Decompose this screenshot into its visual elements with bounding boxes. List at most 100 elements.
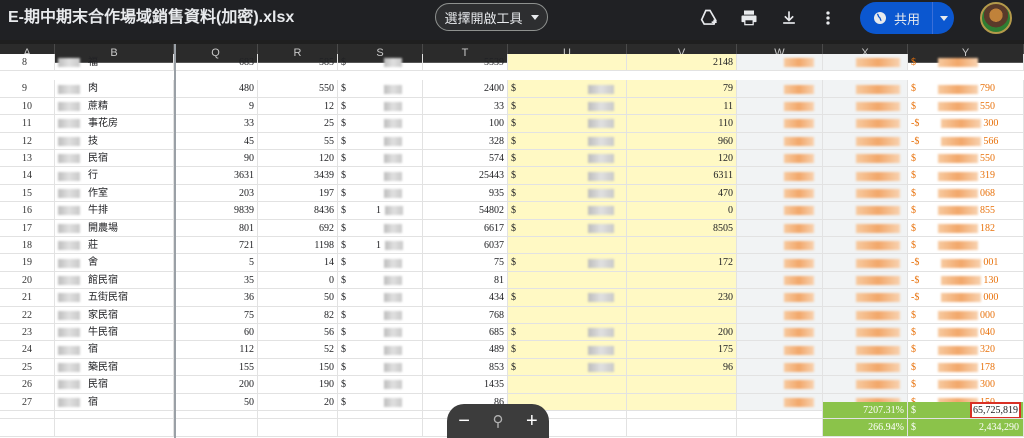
cell-t[interactable]: 574	[423, 150, 508, 168]
cell-w[interactable]	[737, 132, 823, 150]
cell-s[interactable]: $	[338, 150, 423, 168]
cell-t[interactable]: 6037	[423, 237, 508, 255]
cell-s[interactable]: $	[338, 306, 423, 324]
cell-r[interactable]: 82	[258, 306, 338, 324]
row-number[interactable]: 24	[0, 341, 55, 359]
cell-x[interactable]	[823, 97, 908, 116]
cell-q[interactable]: 45	[174, 132, 258, 150]
cell-y[interactable]: -$ 000	[908, 289, 1024, 307]
cell-u[interactable]	[508, 306, 627, 324]
cell-y[interactable]: -$ 130	[908, 271, 1024, 290]
cell-r[interactable]: 692	[258, 219, 338, 237]
empty-cell[interactable]	[338, 402, 423, 420]
cell-u[interactable]: $	[508, 289, 627, 307]
cell-v[interactable]	[627, 271, 737, 290]
cell-w[interactable]	[737, 306, 823, 324]
cell-r[interactable]: 150	[258, 358, 338, 377]
cell-u[interactable]	[508, 376, 627, 394]
cell-u[interactable]	[508, 54, 627, 72]
cell-u[interactable]: $	[508, 167, 627, 185]
more-vert-icon[interactable]	[816, 6, 840, 30]
store-name-cell[interactable]: 事花房	[55, 115, 174, 133]
cell-x[interactable]	[823, 289, 908, 307]
cell-w[interactable]	[737, 289, 823, 307]
cell-q[interactable]: 75	[174, 306, 258, 324]
zoom-reset-icon[interactable]: ⚲	[492, 412, 503, 430]
cell-s[interactable]: $1	[338, 202, 423, 220]
store-name-cell[interactable]: 肉	[55, 80, 174, 98]
cell-q[interactable]: 112	[174, 341, 258, 359]
cell-q[interactable]: 203	[174, 184, 258, 203]
store-name-cell[interactable]: 築民宿	[55, 358, 174, 377]
store-name-cell[interactable]: 技	[55, 132, 174, 150]
cell-x[interactable]	[823, 219, 908, 237]
zoom-in-icon[interactable]: +	[526, 410, 538, 433]
cell-t[interactable]: 75	[423, 254, 508, 272]
empty-cell[interactable]	[258, 402, 338, 420]
cell-u[interactable]: $	[508, 358, 627, 377]
cell-w[interactable]	[737, 167, 823, 185]
cell-s[interactable]: $	[338, 167, 423, 185]
cell-y[interactable]: $300	[908, 376, 1024, 394]
download-icon[interactable]	[777, 6, 801, 30]
cell-q[interactable]: 33	[174, 115, 258, 133]
cell-t[interactable]: 25443	[423, 167, 508, 185]
cell-s[interactable]: $	[338, 184, 423, 203]
cell-y[interactable]: $	[908, 54, 1024, 72]
empty-cell[interactable]	[55, 419, 174, 437]
avatar[interactable]	[980, 2, 1012, 34]
cell-v[interactable]: 110	[627, 115, 737, 133]
cell-t[interactable]: 81	[423, 271, 508, 290]
cell-w[interactable]	[737, 237, 823, 255]
cell-x[interactable]	[823, 54, 908, 72]
store-name-cell[interactable]: 民宿	[55, 376, 174, 394]
cell-w[interactable]	[737, 341, 823, 359]
row-number[interactable]: 11	[0, 115, 55, 133]
cell-t[interactable]: 434	[423, 289, 508, 307]
share-button[interactable]: 共用	[860, 2, 954, 34]
row-number[interactable]: 22	[0, 306, 55, 324]
store-name-cell[interactable]: 作室	[55, 184, 174, 203]
cell-v[interactable]	[627, 306, 737, 324]
empty-cell[interactable]	[627, 419, 737, 437]
row-number[interactable]: 10	[0, 97, 55, 116]
cell-u[interactable]: $	[508, 219, 627, 237]
empty-cell[interactable]	[174, 419, 258, 437]
cell-s[interactable]: $	[338, 324, 423, 342]
row-number[interactable]: 17	[0, 219, 55, 237]
cell-r[interactable]: 190	[258, 376, 338, 394]
cell-y[interactable]: $182	[908, 219, 1024, 237]
cell-y[interactable]: -$ 001	[908, 254, 1024, 272]
cell-v[interactable]: 230	[627, 289, 737, 307]
empty-cell[interactable]	[737, 402, 823, 420]
summary-total-cell[interactable]: $65,725,819	[908, 402, 1024, 420]
cell-u[interactable]: $	[508, 132, 627, 150]
cell-y[interactable]: $550	[908, 150, 1024, 168]
cell-r[interactable]: 585	[258, 54, 338, 72]
cell-y[interactable]: $790	[908, 80, 1024, 98]
add-to-drive-icon[interactable]	[698, 6, 722, 30]
cell-t[interactable]: 768	[423, 306, 508, 324]
cell-t[interactable]: 100	[423, 115, 508, 133]
cell-v[interactable]: 175	[627, 341, 737, 359]
cell-u[interactable]: $	[508, 150, 627, 168]
cell-q[interactable]: 801	[174, 219, 258, 237]
store-name-cell[interactable]: 蔗精	[55, 97, 174, 116]
cell-u[interactable]: $	[508, 97, 627, 116]
cell-v[interactable]: 0	[627, 202, 737, 220]
cell-x[interactable]	[823, 237, 908, 255]
cell-s[interactable]: $	[338, 115, 423, 133]
cell-s[interactable]: $	[338, 376, 423, 394]
cell-v[interactable]: 120	[627, 150, 737, 168]
cell-r[interactable]: 25	[258, 115, 338, 133]
empty-cell[interactable]	[258, 419, 338, 437]
empty-cell[interactable]	[174, 402, 258, 420]
cell-u[interactable]: $	[508, 341, 627, 359]
cell-v[interactable]: 2148	[627, 54, 737, 72]
cell-w[interactable]	[737, 97, 823, 116]
cell-x[interactable]	[823, 254, 908, 272]
cell-w[interactable]	[737, 219, 823, 237]
store-name-cell[interactable]: 莊	[55, 237, 174, 255]
cell-t[interactable]: 33	[423, 97, 508, 116]
store-name-cell[interactable]: 館民宿	[55, 271, 174, 290]
